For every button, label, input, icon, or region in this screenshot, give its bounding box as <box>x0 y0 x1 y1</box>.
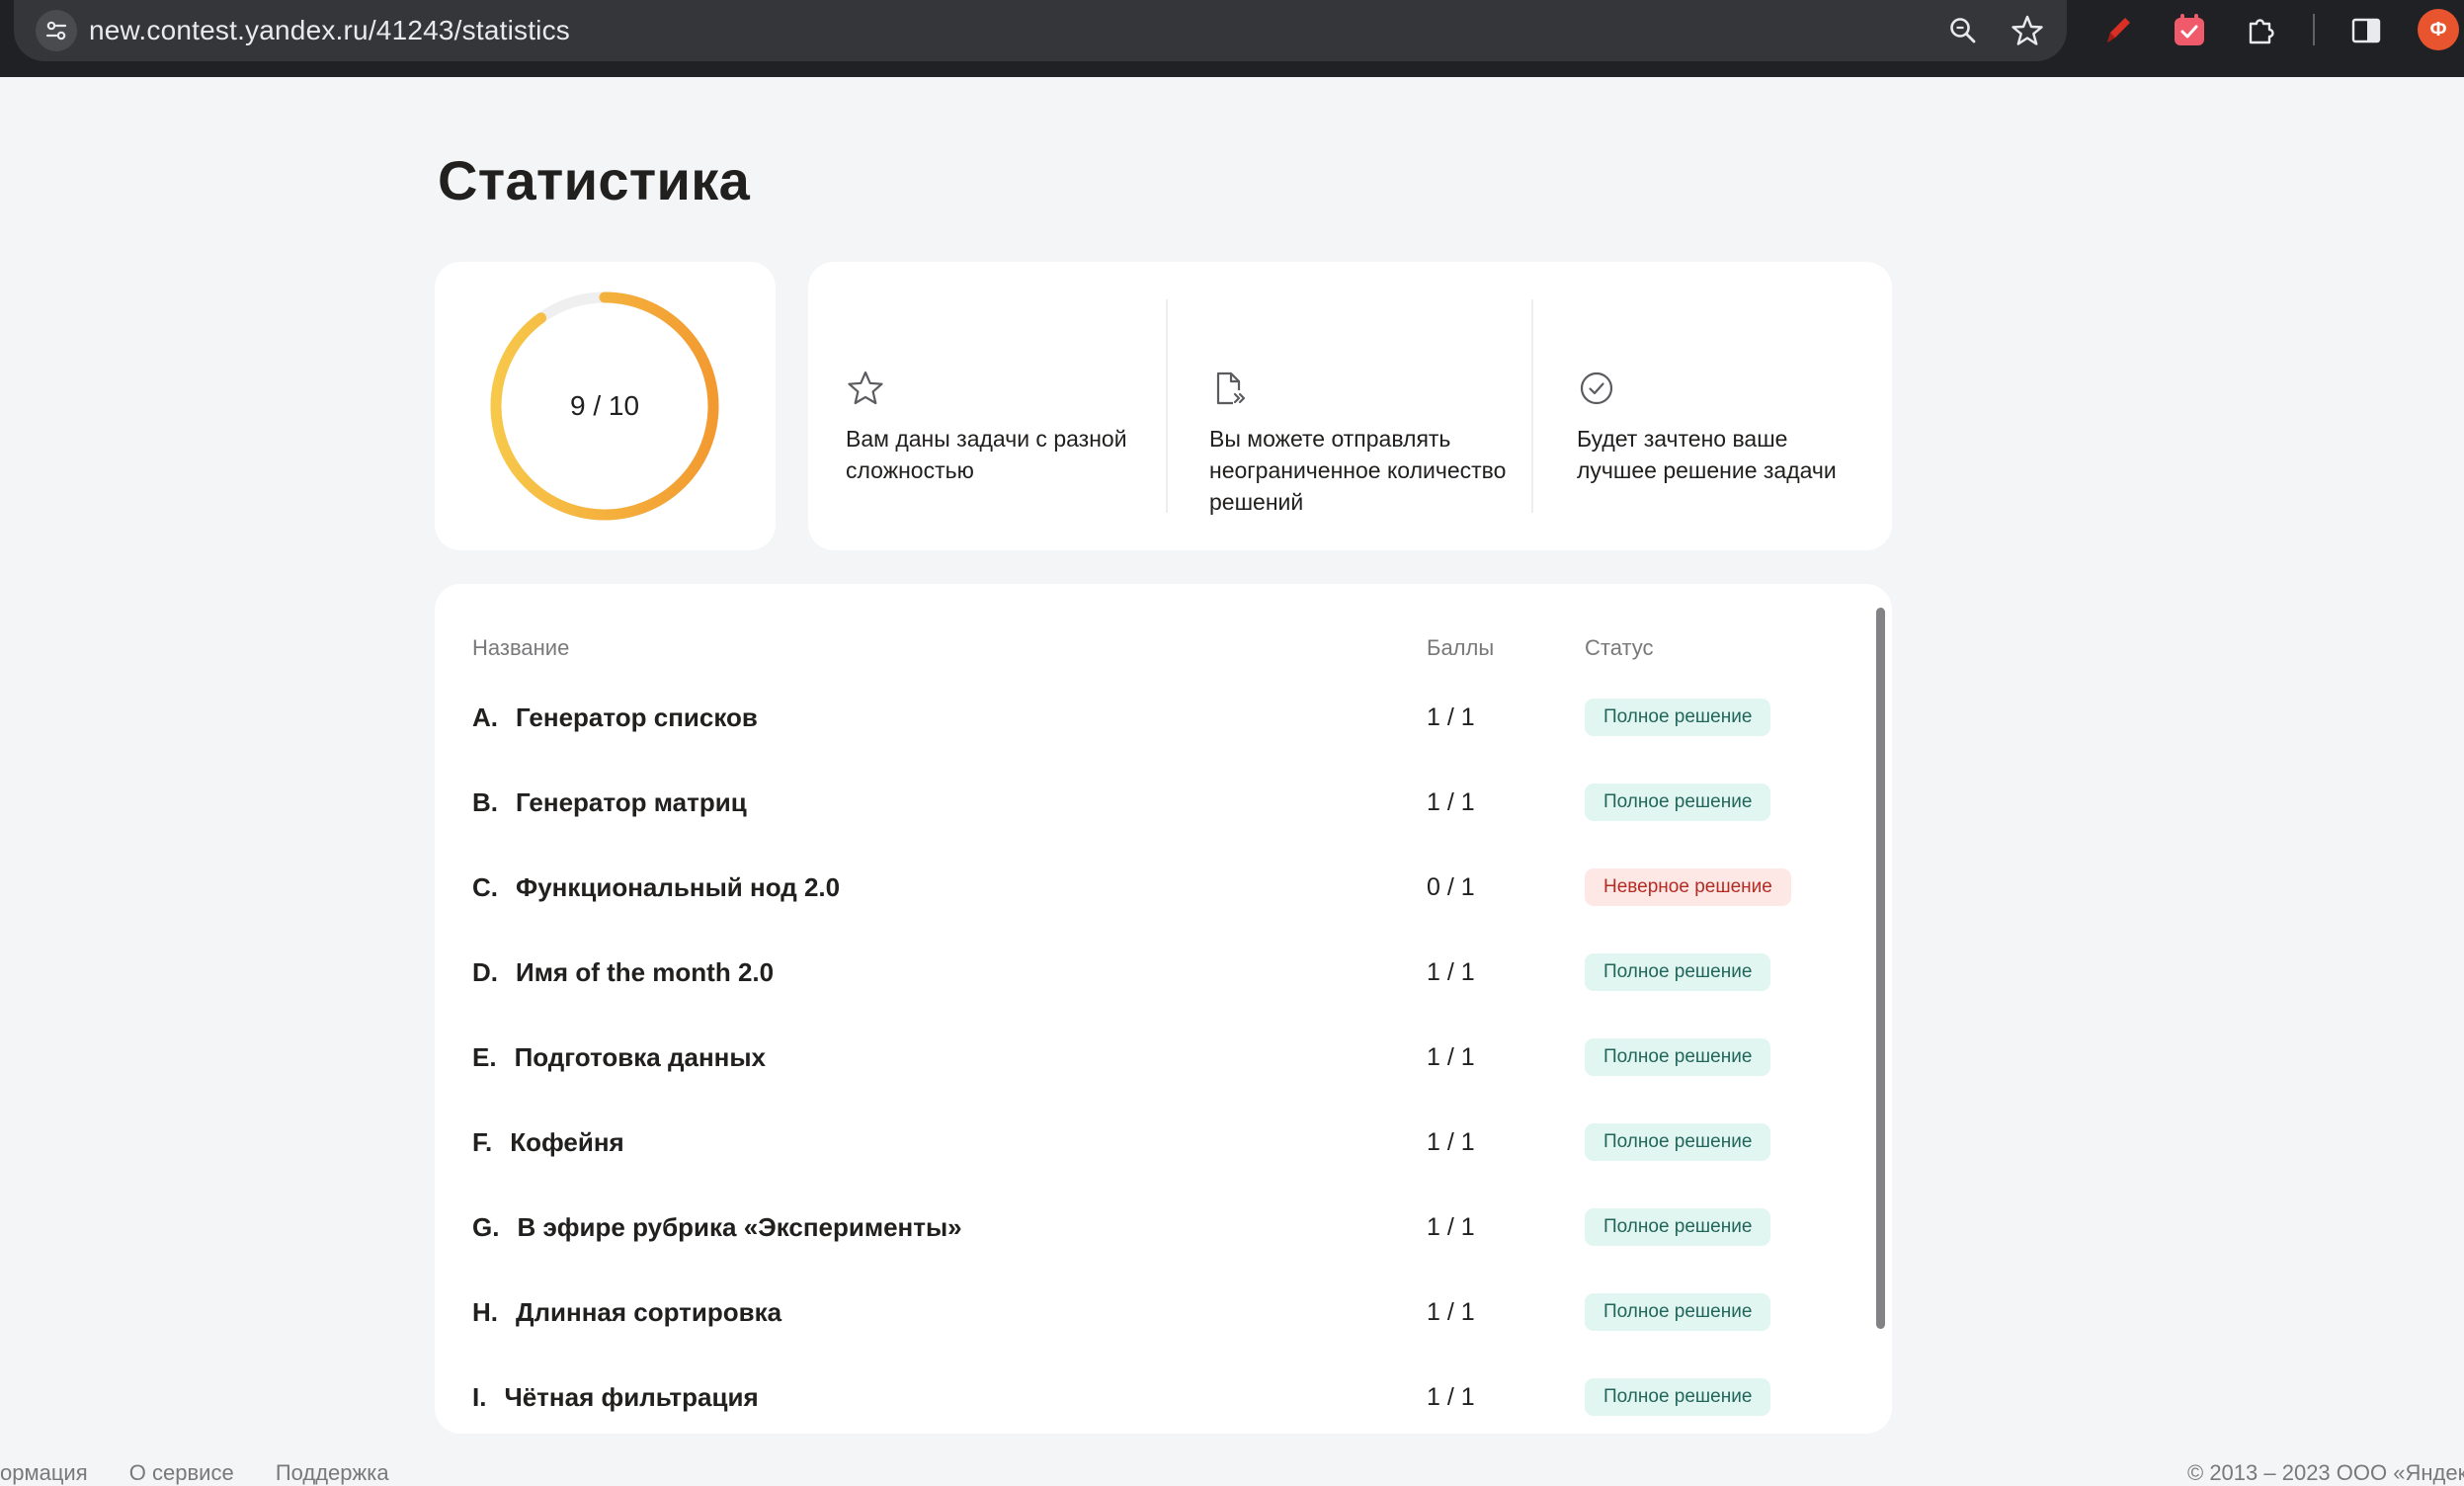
task-name-link[interactable]: C. Функциональный нод 2.0 <box>472 845 840 930</box>
task-score: 1 / 1 <box>1427 1383 1475 1411</box>
task-title: Генератор списков <box>516 702 758 732</box>
column-header-score: Баллы <box>1427 635 1495 660</box>
task-name-link[interactable]: H. Длинная сортировка <box>472 1270 781 1355</box>
task-score: 1 / 1 <box>1427 1128 1475 1156</box>
task-name-link[interactable]: A. Генератор списков <box>472 675 758 760</box>
scrollbar-thumb[interactable] <box>1876 608 1885 1329</box>
task-letter: A. <box>472 702 498 732</box>
bookmark-star-icon[interactable] <box>2008 11 2047 50</box>
task-score: 0 / 1 <box>1427 873 1475 901</box>
toolbar-separator <box>2313 14 2315 45</box>
task-letter: H. <box>472 1297 498 1327</box>
divider <box>1166 299 1168 513</box>
footer-link[interactable]: Поддержка <box>276 1460 389 1485</box>
task-title: Имя of the month 2.0 <box>516 957 775 987</box>
task-letter: D. <box>472 957 498 987</box>
star-outline-icon <box>846 369 885 408</box>
rule-text: Вам даны задачи с разной сложностью <box>846 426 1127 483</box>
check-circle-icon <box>1577 369 1616 408</box>
table-row[interactable]: H. Длинная сортировка 1 / 1 Полное решени… <box>435 1270 1838 1355</box>
status-badge: Неверное решение <box>1585 868 1791 906</box>
task-score: 1 / 1 <box>1427 1213 1475 1241</box>
tune-icon[interactable] <box>36 10 77 51</box>
footer-links: ормация О сервисе Поддержка <box>0 1460 425 1486</box>
task-name-link[interactable]: I. Чётная фильтрация <box>472 1355 759 1434</box>
column-header-name: Название <box>472 635 570 660</box>
footer-link[interactable]: ормация <box>0 1460 88 1485</box>
page-title: Статистика <box>438 149 751 211</box>
progress-ring: 9 / 10 <box>486 288 723 525</box>
status-badge: Полное решение <box>1585 1038 1771 1076</box>
status-badge: Полное решение <box>1585 1293 1771 1331</box>
pen-extension-icon[interactable] <box>2096 10 2138 51</box>
table-row[interactable]: B. Генератор матриц 1 / 1 Полное решение <box>435 760 1838 845</box>
task-title: В эфире рубрика «Эксперименты» <box>517 1212 962 1242</box>
task-letter: G. <box>472 1212 500 1242</box>
task-letter: F. <box>472 1127 493 1157</box>
footer-link[interactable]: О сервисе <box>129 1460 234 1485</box>
rule-text: Вы можете отправлять неограниченное коли… <box>1209 426 1507 515</box>
task-name-link[interactable]: D. Имя of the month 2.0 <box>472 930 774 1015</box>
progress-label: 9 / 10 <box>569 390 640 421</box>
browser-toolbar: new.contest.yandex.ru/41243/statistics Ф <box>0 0 2464 77</box>
url-text[interactable]: new.contest.yandex.ru/41243/statistics <box>89 10 570 51</box>
status-badge: Полное решение <box>1585 1208 1771 1246</box>
task-letter: E. <box>472 1042 497 1072</box>
task-title: Длинная сортировка <box>516 1297 782 1327</box>
table-row[interactable]: D. Имя of the month 2.0 1 / 1 Полное реше… <box>435 930 1838 1015</box>
rules-card: Вам даны задачи с разной сложностью Вы м… <box>808 262 1892 550</box>
status-badge: Полное решение <box>1585 1123 1771 1161</box>
progress-card: 9 / 10 <box>435 262 776 550</box>
table-row[interactable]: C. Функциональный нод 2.0 0 / 1 Неверное … <box>435 845 1838 930</box>
table-row[interactable]: A. Генератор списков 1 / 1 Полное решение <box>435 675 1838 760</box>
zoom-icon[interactable] <box>1943 11 1983 50</box>
status-badge: Полное решение <box>1585 784 1771 821</box>
task-score: 1 / 1 <box>1427 788 1475 816</box>
status-badge: Полное решение <box>1585 953 1771 991</box>
tasks-table: Название Баллы Статус A. Генератор списко… <box>435 584 1892 1434</box>
task-title: Функциональный нод 2.0 <box>516 872 841 902</box>
column-header-status: Статус <box>1585 635 1654 660</box>
table-row[interactable]: E. Подготовка данных 1 / 1 Полное решение <box>435 1015 1838 1100</box>
task-score: 1 / 1 <box>1427 1043 1475 1071</box>
extensions-puzzle-icon[interactable] <box>2241 10 2282 51</box>
table-row[interactable]: G. В эфире рубрика «Эксперименты» 1 / 1 П… <box>435 1185 1838 1270</box>
calendar-extension-icon[interactable] <box>2169 10 2210 51</box>
task-name-link[interactable]: G. В эфире рубрика «Эксперименты» <box>472 1185 962 1270</box>
footer-copyright: © 2013 – 2023 ООО «Яндекс» <box>2187 1460 2464 1485</box>
task-score: 1 / 1 <box>1427 1298 1475 1326</box>
divider <box>1531 299 1533 513</box>
task-letter: B. <box>472 787 498 817</box>
status-badge: Полное решение <box>1585 699 1771 736</box>
task-title: Кофейня <box>510 1127 624 1157</box>
rule-item: Вы можете отправлять неограниченное коли… <box>1174 262 1537 550</box>
task-title: Генератор матриц <box>516 787 747 817</box>
task-name-link[interactable]: E. Подготовка данных <box>472 1015 766 1100</box>
file-send-icon <box>1209 369 1249 408</box>
task-score: 1 / 1 <box>1427 703 1475 731</box>
rule-text: Будет зачтено ваше лучшее решение задачи <box>1577 426 1837 483</box>
rule-item: Будет зачтено ваше лучшее решение задачи <box>1539 262 1892 550</box>
task-name-link[interactable]: B. Генератор матриц <box>472 760 747 845</box>
rule-item: Вам даны задачи с разной сложностью <box>808 262 1172 550</box>
task-letter: C. <box>472 872 498 902</box>
profile-avatar[interactable]: Ф <box>2418 9 2459 50</box>
task-letter: I. <box>472 1382 487 1412</box>
task-title: Чётная фильтрация <box>504 1382 759 1412</box>
table-row[interactable]: F. Кофейня 1 / 1 Полное решение <box>435 1100 1838 1185</box>
side-panel-icon[interactable] <box>2345 10 2387 51</box>
task-name-link[interactable]: F. Кофейня <box>472 1100 624 1185</box>
task-title: Подготовка данных <box>514 1042 767 1072</box>
table-row[interactable]: I. Чётная фильтрация 1 / 1 Полное решение <box>435 1355 1838 1434</box>
task-score: 1 / 1 <box>1427 958 1475 986</box>
status-badge: Полное решение <box>1585 1378 1771 1416</box>
address-bar[interactable]: new.contest.yandex.ru/41243/statistics <box>14 0 2067 61</box>
